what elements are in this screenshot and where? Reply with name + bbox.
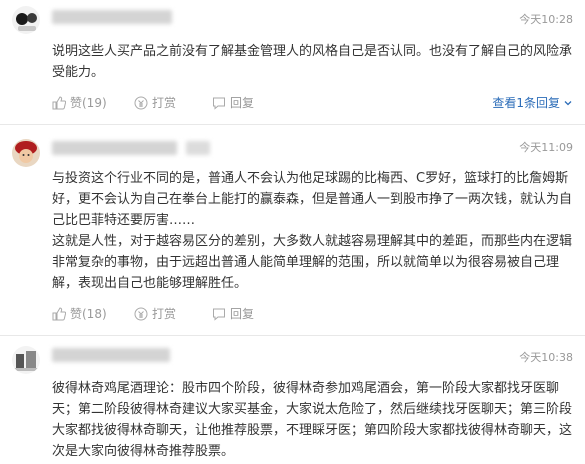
username-redacted <box>52 348 170 362</box>
tip-label: 打赏 <box>152 96 177 110</box>
comment-body: 彼得林奇鸡尾酒理论：股市四个阶段，彼得林奇参加鸡尾酒会，第一阶段大家都找牙医聊天… <box>52 378 574 462</box>
comment-paragraph: 与投资这个行业不同的是，普通人不会认为他足球踢的比梅西、C罗好，篮球打的比詹姆斯… <box>52 171 573 228</box>
chevron-down-icon <box>564 100 572 105</box>
comment-body: 说明这些人买产品之前没有了解基金管理人的风格自己是否认同。也没有了解自己的风险承… <box>52 41 574 83</box>
reply-label: 回复 <box>230 307 255 321</box>
tip-label: 打赏 <box>152 307 177 321</box>
comment-time: 今天11:09 <box>519 141 573 154</box>
comment-actions: 赞(18) 打赏 回复 <box>52 305 352 323</box>
comment-time: 今天10:28 <box>519 13 573 26</box>
comment-paragraph: 这就是人性，对于越容易区分的差别，大多数人就越容易理解其中的差距，而那些内在逻辑… <box>52 234 573 291</box>
coin-icon <box>134 307 148 320</box>
speech-bubble-icon <box>213 97 225 110</box>
comment-paragraph: 说明这些人买产品之前没有了解基金管理人的风格自己是否认同。也没有了解自己的风险承… <box>52 44 573 80</box>
like-button[interactable]: 赞(18) <box>52 305 107 322</box>
comment-actions: 赞(19) 打赏 回复 <box>52 94 352 112</box>
coin-icon <box>134 96 148 109</box>
like-count: 赞(19) <box>70 96 107 110</box>
user-avatar-icon <box>12 6 40 34</box>
comment-body: 与投资这个行业不同的是，普通人不会认为他足球踢的比梅西、C罗好，篮球打的比詹姆斯… <box>52 168 574 294</box>
user-avatar-icon <box>12 139 40 167</box>
comment-time: 今天10:38 <box>519 351 573 364</box>
reply-button[interactable]: 回复 <box>212 305 254 322</box>
like-count: 赞(18) <box>70 307 107 321</box>
speech-bubble-icon <box>213 308 225 321</box>
username-redacted <box>52 10 172 24</box>
avatar[interactable] <box>12 346 40 374</box>
comment-item: 今天11:09 与投资这个行业不同的是，普通人不会认为他足球踢的比梅西、C罗好，… <box>0 125 585 335</box>
thumbs-up-icon <box>52 95 66 109</box>
like-button[interactable]: 赞(19) <box>52 94 107 111</box>
comment-paragraph: 彼得林奇鸡尾酒理论：股市四个阶段，彼得林奇参加鸡尾酒会，第一阶段大家都找牙医聊天… <box>52 381 573 459</box>
tip-button[interactable]: 打赏 <box>134 305 176 322</box>
avatar[interactable] <box>12 6 40 34</box>
user-level-redacted <box>186 141 210 155</box>
thumbs-up-icon <box>52 306 66 320</box>
view-replies-label: 查看1条回复 <box>492 96 560 110</box>
reply-button[interactable]: 回复 <box>212 94 254 111</box>
avatar[interactable] <box>12 139 40 167</box>
comment-item: 今天10:38 彼得林奇鸡尾酒理论：股市四个阶段，彼得林奇参加鸡尾酒会，第一阶段… <box>0 336 585 464</box>
user-avatar-icon <box>12 346 40 374</box>
username-redacted <box>52 141 177 155</box>
comment-item: 今天10:28 说明这些人买产品之前没有了解基金管理人的风格自己是否认同。也没有… <box>0 0 585 120</box>
tip-button[interactable]: 打赏 <box>134 94 176 111</box>
view-replies-link[interactable]: 查看1条回复 <box>492 94 573 111</box>
reply-label: 回复 <box>230 96 255 110</box>
